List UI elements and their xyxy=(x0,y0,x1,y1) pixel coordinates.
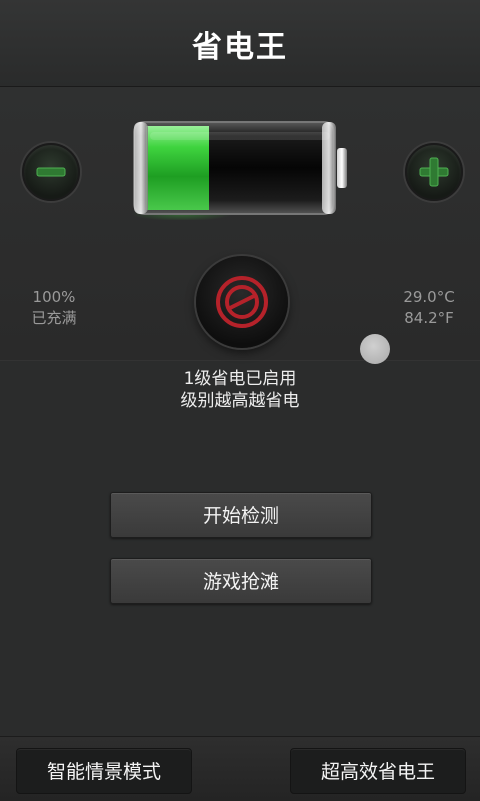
save-mode-line2: 级别越高越省电 xyxy=(180,391,300,411)
start-check-button[interactable]: 开始检测 xyxy=(110,492,372,538)
temperature-celsius: 29.0°C xyxy=(403,288,455,306)
battery-icon xyxy=(130,118,350,221)
power-save-icon xyxy=(216,276,268,328)
header-bar: 省电王 xyxy=(0,0,480,87)
smart-scene-button[interactable]: 智能情景模式 xyxy=(16,748,192,794)
battery-percent: 100% xyxy=(32,288,76,306)
super-saver-button[interactable]: 超高效省电王 xyxy=(290,748,466,794)
battery-percent-block: 100% 已充满 xyxy=(20,287,88,329)
battery-state: 已充满 xyxy=(31,309,77,327)
temperature-block: 29.0°C 84.2°F xyxy=(390,287,468,329)
decrease-button[interactable] xyxy=(22,143,80,201)
increase-button[interactable] xyxy=(405,143,463,201)
save-mode-text: 1级省电已启用 级别越高越省电 xyxy=(0,368,480,412)
plus-icon xyxy=(419,157,449,187)
page-title: 省电王 xyxy=(192,30,288,65)
save-mode-line1: 1级省电已启用 xyxy=(183,369,297,389)
slider-handle[interactable] xyxy=(360,334,390,364)
minus-icon xyxy=(36,167,66,177)
footer-bar: 智能情景模式 超高效省电王 xyxy=(0,736,480,801)
game-mode-button[interactable]: 游戏抢滩 xyxy=(110,558,372,604)
power-save-toggle-button[interactable] xyxy=(196,256,288,348)
temperature-fahrenheit: 84.2°F xyxy=(404,309,454,327)
